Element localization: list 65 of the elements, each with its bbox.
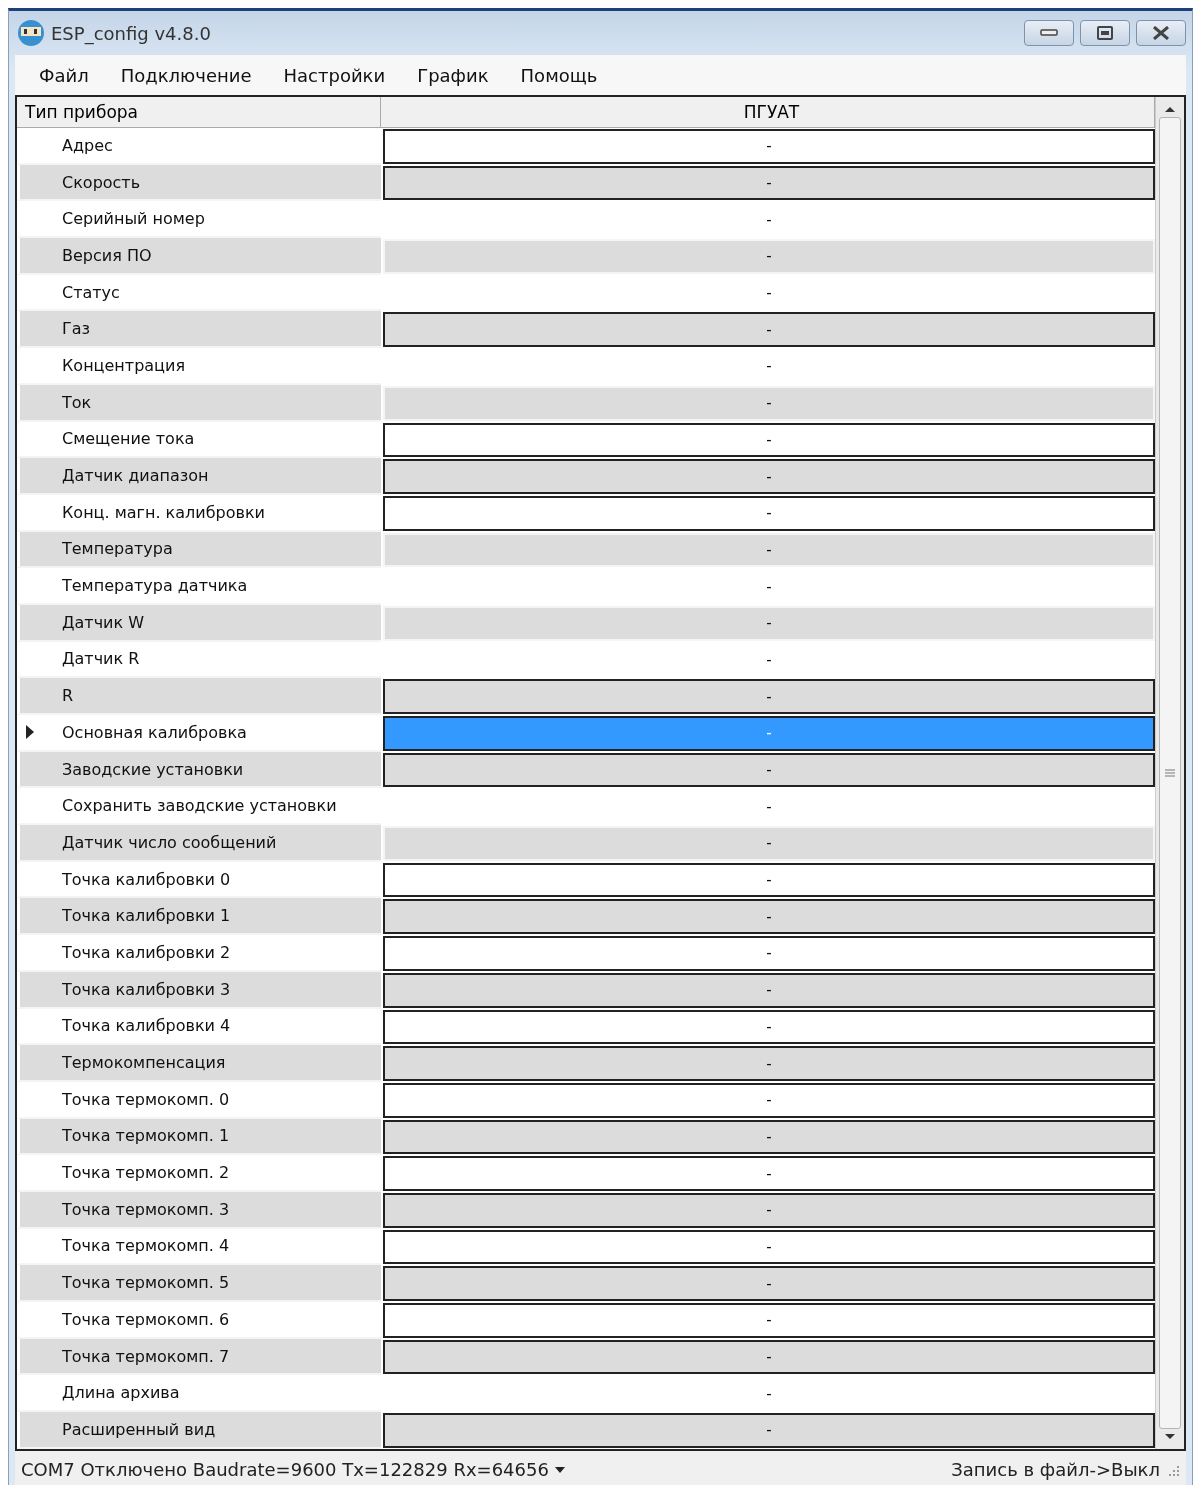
value-field[interactable]: - [383,165,1155,201]
maximize-button[interactable] [1080,20,1130,46]
scroll-down-icon[interactable] [1164,1432,1176,1441]
row-label[interactable]: Точка термокомп. 7 [17,1338,381,1376]
value-cell: - [383,532,1155,568]
value-field[interactable]: - [383,1303,1155,1338]
minimize-icon [1040,29,1058,37]
value-field[interactable]: - [383,1009,1155,1045]
value-field[interactable]: - [383,495,1155,531]
value-field[interactable]: - [383,1192,1155,1228]
row-label[interactable]: Датчик число сообщений [17,825,381,862]
row-label[interactable]: Термокомпенсация [17,1045,381,1082]
value-field[interactable]: - [383,1339,1155,1375]
row-label[interactable]: Датчик W [17,604,381,642]
row-label[interactable]: Заводские установки [17,751,381,789]
value-field[interactable]: - [383,972,1155,1008]
value-field[interactable]: - [383,1082,1155,1118]
row-label[interactable]: Точка калибровки 1 [17,898,381,936]
value-field[interactable]: - [383,1046,1155,1081]
value-field[interactable]: - [383,752,1155,788]
row-label[interactable]: Точка термокомп. 3 [17,1191,381,1229]
row-label[interactable]: Расширенный вид [17,1412,381,1449]
value-cell: - [383,239,1155,274]
row-label[interactable]: R [17,678,381,715]
row-label[interactable]: Версия ПО [17,238,381,275]
value-field[interactable]: - [383,459,1155,494]
value-field[interactable]: - [383,1266,1155,1301]
value-field[interactable]: - [383,1156,1155,1191]
row-label[interactable]: Скорость [17,164,381,202]
row-label[interactable]: Датчик диапазон [17,458,381,495]
value-cell: - [383,605,1155,641]
maximize-icon [1097,26,1113,40]
value-field[interactable]: - [383,862,1155,898]
row-label[interactable]: Точка термокомп. 1 [17,1118,381,1156]
value-cell: - [383,826,1155,861]
menu-item[interactable]: Файл [27,60,101,90]
recording-status: Запись в файл->Выкл [951,1459,1160,1481]
row-label[interactable]: Точка термокомп. 5 [17,1265,381,1302]
scroll-up-icon[interactable] [1164,105,1176,113]
value-field[interactable]: - [383,312,1155,348]
close-icon [1152,26,1170,40]
value-field[interactable]: - [383,422,1155,458]
menu-item[interactable]: Помощь [508,60,610,90]
menu-item[interactable]: Подключение [108,60,264,90]
value-field[interactable]: - [383,1413,1155,1448]
row-label[interactable]: Точка калибровки 3 [17,971,381,1009]
close-button[interactable] [1136,20,1186,46]
menu-item[interactable]: Настройки [271,60,398,90]
value-field[interactable]: - [383,1229,1155,1265]
row-label[interactable]: Температура [17,531,381,569]
dropdown-caret-icon[interactable] [554,1466,565,1473]
menu-item[interactable]: График [405,60,501,90]
value-field[interactable]: - [383,129,1155,164]
app-icon [17,19,45,47]
value-field[interactable]: - [383,1119,1155,1155]
row-label[interactable]: Ток [17,384,381,422]
row-label[interactable]: Газ [17,311,381,349]
value-field[interactable]: - [383,679,1155,714]
minimize-button[interactable] [1024,20,1074,46]
value-field[interactable]: - [383,899,1155,935]
window-title: ESP_config v4.8.0 [51,22,212,44]
connection-status[interactable]: COM7 Отключено Baudrate=9600 Tx=122829 Rx=64656 [21,1459,549,1481]
value-cell: - [383,385,1155,421]
column-header[interactable]: Тип прибора [17,97,381,127]
value-field[interactable]: - [383,936,1155,971]
